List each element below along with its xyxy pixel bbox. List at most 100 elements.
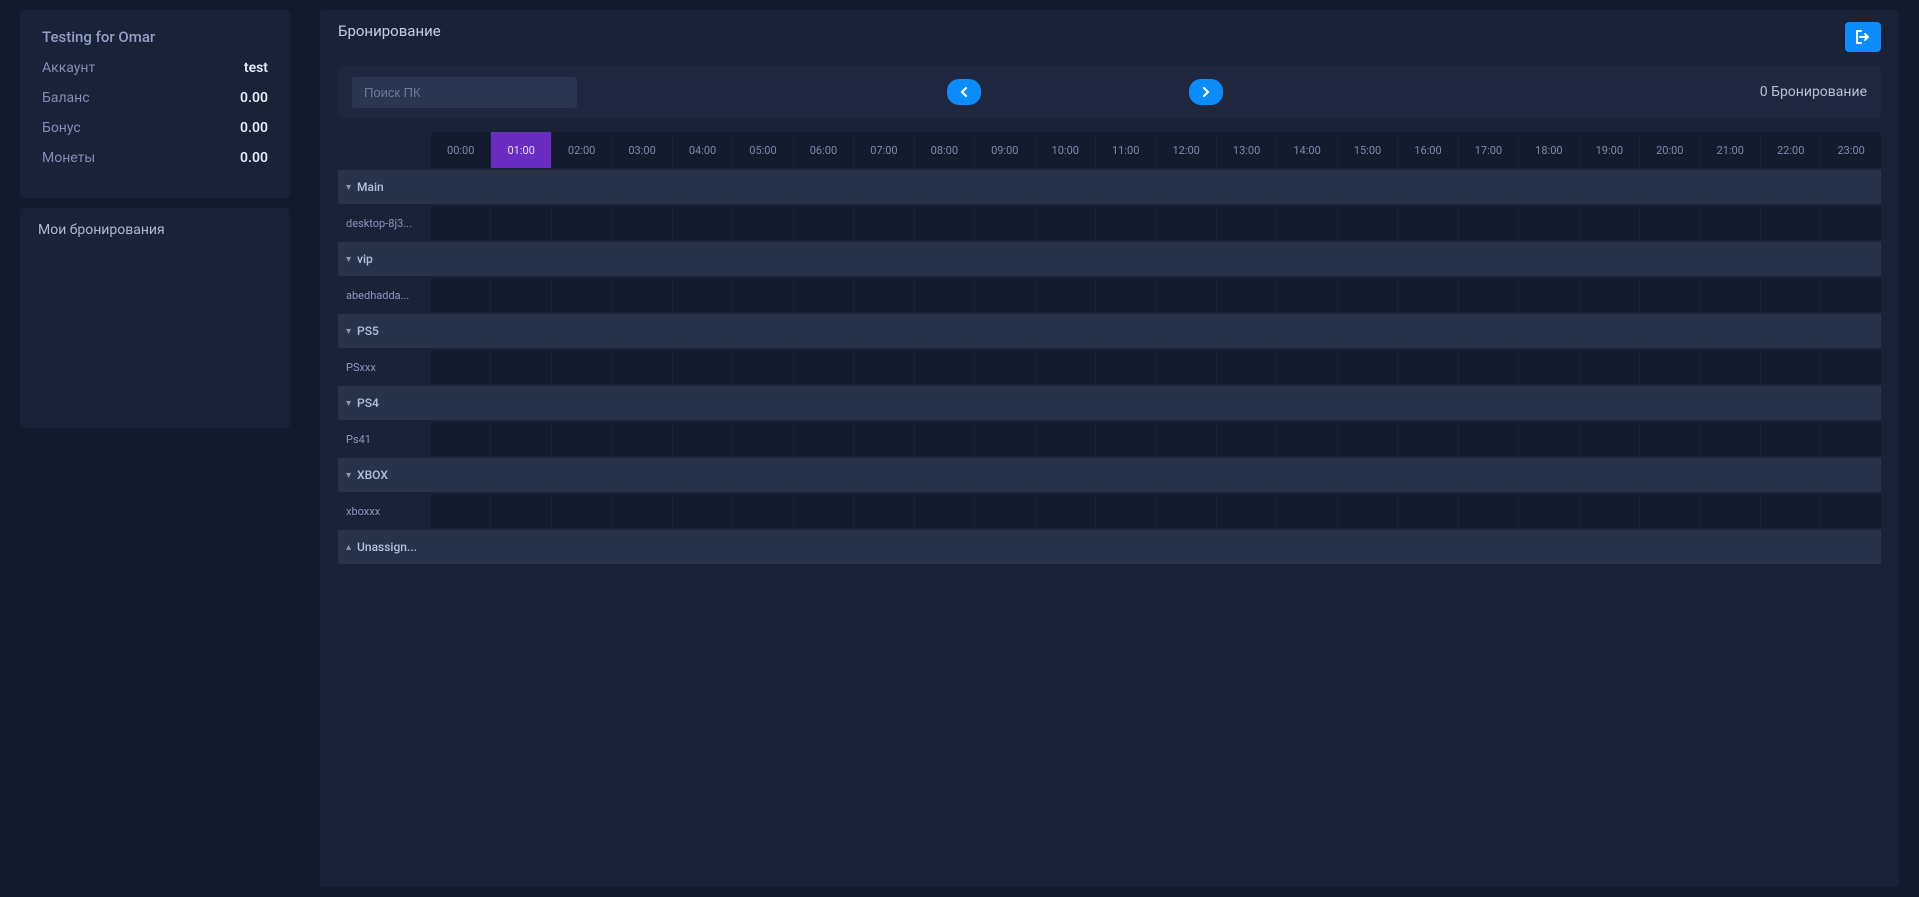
booking-slot[interactable]: [1156, 494, 1215, 528]
booking-slot[interactable]: [673, 278, 732, 312]
booking-slot[interactable]: [1217, 422, 1276, 456]
booking-slot[interactable]: [915, 206, 974, 240]
time-header-cell[interactable]: 02:00: [552, 132, 611, 168]
booking-slot[interactable]: [491, 278, 550, 312]
booking-slot[interactable]: [854, 494, 913, 528]
booking-slot[interactable]: [612, 422, 671, 456]
booking-slot[interactable]: [1398, 422, 1457, 456]
booking-slot[interactable]: [1640, 278, 1699, 312]
prev-date-button[interactable]: [947, 79, 981, 105]
time-header-cell[interactable]: 03:00: [612, 132, 671, 168]
time-header-cell[interactable]: 04:00: [673, 132, 732, 168]
booking-slot[interactable]: [1761, 206, 1820, 240]
booking-slot[interactable]: [1277, 278, 1336, 312]
booking-slot[interactable]: [854, 350, 913, 384]
booking-slot[interactable]: [1640, 422, 1699, 456]
booking-slot[interactable]: [1821, 422, 1880, 456]
booking-slot[interactable]: [1761, 278, 1820, 312]
booking-slot[interactable]: [491, 494, 550, 528]
booking-slot[interactable]: [794, 422, 853, 456]
booking-slot[interactable]: [1398, 206, 1457, 240]
time-header-cell[interactable]: 11:00: [1096, 132, 1155, 168]
booking-slot[interactable]: [975, 278, 1034, 312]
next-date-button[interactable]: [1189, 79, 1223, 105]
group-row[interactable]: ▾Main: [338, 170, 1881, 204]
booking-slot[interactable]: [1156, 206, 1215, 240]
booking-slot[interactable]: [733, 494, 792, 528]
booking-slot[interactable]: [1277, 494, 1336, 528]
group-row[interactable]: ▾PS4: [338, 386, 1881, 420]
time-header-cell[interactable]: 01:00: [491, 132, 550, 168]
booking-slot[interactable]: [1580, 350, 1639, 384]
booking-slot[interactable]: [1036, 422, 1095, 456]
booking-slot[interactable]: [1761, 350, 1820, 384]
booking-slot[interactable]: [612, 206, 671, 240]
time-header-cell[interactable]: 14:00: [1277, 132, 1336, 168]
booking-slot[interactable]: [1277, 422, 1336, 456]
time-header-cell[interactable]: 09:00: [975, 132, 1034, 168]
booking-slot[interactable]: [1459, 206, 1518, 240]
booking-slot[interactable]: [733, 206, 792, 240]
booking-slot[interactable]: [1217, 494, 1276, 528]
booking-slot[interactable]: [733, 350, 792, 384]
booking-slot[interactable]: [1036, 350, 1095, 384]
booking-slot[interactable]: [431, 422, 490, 456]
booking-slot[interactable]: [431, 494, 490, 528]
logout-button[interactable]: [1845, 22, 1881, 52]
booking-slot[interactable]: [673, 350, 732, 384]
booking-slot[interactable]: [1036, 494, 1095, 528]
booking-slot[interactable]: [1640, 206, 1699, 240]
booking-slot[interactable]: [1156, 278, 1215, 312]
booking-slot[interactable]: [1338, 206, 1397, 240]
booking-slot[interactable]: [1338, 350, 1397, 384]
booking-slot[interactable]: [1580, 278, 1639, 312]
time-header-cell[interactable]: 18:00: [1519, 132, 1578, 168]
booking-slot[interactable]: [491, 422, 550, 456]
booking-slot[interactable]: [915, 350, 974, 384]
booking-slot[interactable]: [612, 494, 671, 528]
booking-slot[interactable]: [673, 206, 732, 240]
booking-slot[interactable]: [1036, 206, 1095, 240]
booking-slot[interactable]: [1459, 494, 1518, 528]
booking-slot[interactable]: [915, 422, 974, 456]
booking-slot[interactable]: [1580, 494, 1639, 528]
booking-slot[interactable]: [1701, 278, 1760, 312]
booking-slot[interactable]: [1519, 422, 1578, 456]
booking-slot[interactable]: [552, 494, 611, 528]
booking-slot[interactable]: [1519, 494, 1578, 528]
booking-slot[interactable]: [1036, 278, 1095, 312]
booking-slot[interactable]: [1398, 350, 1457, 384]
group-row[interactable]: ▾PS5: [338, 314, 1881, 348]
booking-slot[interactable]: [794, 278, 853, 312]
booking-slot[interactable]: [1277, 350, 1336, 384]
booking-slot[interactable]: [1096, 278, 1155, 312]
time-header-cell[interactable]: 10:00: [1036, 132, 1095, 168]
booking-slot[interactable]: [1096, 350, 1155, 384]
booking-slot[interactable]: [491, 206, 550, 240]
booking-slot[interactable]: [975, 206, 1034, 240]
booking-slot[interactable]: [552, 350, 611, 384]
booking-slot[interactable]: [1156, 350, 1215, 384]
booking-slot[interactable]: [854, 206, 913, 240]
booking-slot[interactable]: [1640, 350, 1699, 384]
booking-slot[interactable]: [1580, 206, 1639, 240]
booking-slot[interactable]: [1701, 350, 1760, 384]
booking-slot[interactable]: [733, 278, 792, 312]
time-header-cell[interactable]: 00:00: [431, 132, 490, 168]
time-header-cell[interactable]: 07:00: [854, 132, 913, 168]
time-header-cell[interactable]: 08:00: [915, 132, 974, 168]
time-header-cell[interactable]: 05:00: [733, 132, 792, 168]
booking-slot[interactable]: [431, 278, 490, 312]
booking-slot[interactable]: [733, 422, 792, 456]
time-header-cell[interactable]: 23:00: [1821, 132, 1880, 168]
time-header-cell[interactable]: 06:00: [794, 132, 853, 168]
time-header-cell[interactable]: 16:00: [1398, 132, 1457, 168]
booking-slot[interactable]: [975, 422, 1034, 456]
booking-slot[interactable]: [1398, 278, 1457, 312]
booking-slot[interactable]: [1701, 206, 1760, 240]
booking-slot[interactable]: [552, 206, 611, 240]
booking-slot[interactable]: [854, 278, 913, 312]
group-row[interactable]: ▴Unassign...: [338, 530, 1881, 564]
booking-slot[interactable]: [673, 422, 732, 456]
booking-slot[interactable]: [915, 278, 974, 312]
